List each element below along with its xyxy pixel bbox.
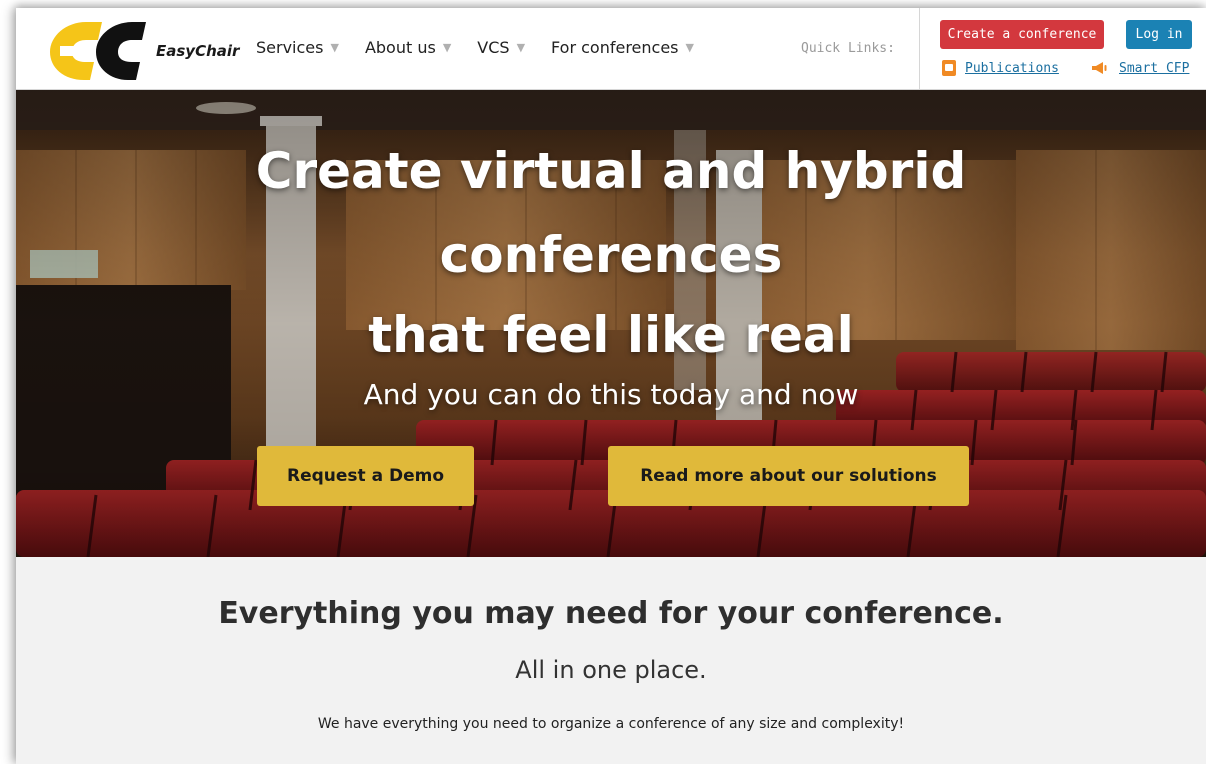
caret-down-icon: ▼ bbox=[330, 41, 339, 54]
read-more-solutions-button[interactable]: Read more about our solutions bbox=[608, 446, 969, 506]
publications-icon bbox=[942, 60, 956, 76]
smart-cfp-quick-link[interactable]: Smart CFP bbox=[1090, 60, 1189, 76]
easychair-logo[interactable]: EasyChair bbox=[46, 16, 239, 80]
nav-vcs[interactable]: VCS ▼ bbox=[477, 38, 525, 57]
publications-quick-link[interactable]: Publications bbox=[942, 60, 1059, 76]
hero-title-line-1: Create virtual and hybrid bbox=[255, 142, 967, 200]
hero-title-line-3: that feel like real bbox=[368, 306, 854, 364]
nav-for-conferences[interactable]: For conferences ▼ bbox=[551, 38, 694, 57]
logo-text: EasyChair bbox=[156, 42, 240, 60]
publications-link[interactable]: Publications bbox=[965, 61, 1059, 76]
nav-about-us-label: About us bbox=[364, 38, 436, 57]
nav-about-us[interactable]: About us ▼ bbox=[365, 38, 451, 57]
nav-vcs-label: VCS bbox=[477, 38, 510, 57]
main-nav: Services ▼ About us ▼ VCS ▼ For conferen… bbox=[256, 38, 720, 57]
section-title: Everything you may need for your confere… bbox=[218, 596, 1004, 631]
hero-banner: Create virtual and hybrid conferences th… bbox=[16, 90, 1206, 557]
nav-services[interactable]: Services ▼ bbox=[256, 38, 339, 57]
create-conference-button[interactable]: Create a conference bbox=[940, 20, 1104, 49]
section-body-text: We have everything you need to organize … bbox=[317, 716, 905, 732]
caret-down-icon: ▼ bbox=[516, 41, 526, 54]
hero-subtitle: And you can do this today and now bbox=[363, 378, 859, 411]
section-subtitle: All in one place. bbox=[515, 656, 707, 684]
browser-page: EasyChair Services ▼ About us ▼ VCS ▼ Fo… bbox=[16, 8, 1206, 764]
nav-services-label: Services bbox=[256, 38, 324, 57]
smart-cfp-link[interactable]: Smart CFP bbox=[1119, 61, 1189, 76]
site-header: EasyChair Services ▼ About us ▼ VCS ▼ Fo… bbox=[16, 8, 1206, 90]
caret-down-icon: ▼ bbox=[685, 41, 694, 54]
login-button[interactable]: Log in bbox=[1126, 20, 1192, 49]
nav-for-conferences-label: For conferences bbox=[551, 38, 679, 57]
caret-down-icon: ▼ bbox=[442, 41, 452, 54]
hero-title-line-2: conferences bbox=[439, 226, 783, 284]
header-divider bbox=[919, 8, 920, 90]
request-demo-button[interactable]: Request a Demo bbox=[257, 446, 474, 506]
quick-links-label: Quick Links: bbox=[801, 41, 895, 56]
megaphone-icon bbox=[1092, 62, 1107, 74]
